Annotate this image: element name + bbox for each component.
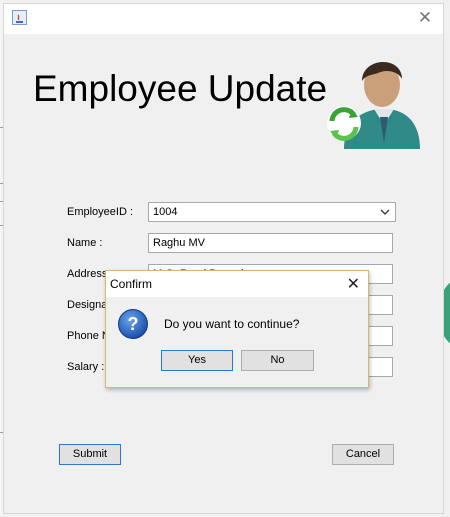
- svg-text:?: ?: [128, 314, 139, 334]
- employee-id-value: 1004: [153, 206, 178, 218]
- designation-label: Designa: [67, 299, 108, 311]
- dialog-close-button[interactable]: ✕: [347, 273, 360, 295]
- address-label: Address: [67, 268, 108, 280]
- employee-update-window: ✕ Employee Update EmployeeID : 1004 Name…: [3, 3, 444, 514]
- name-label: Name :: [67, 237, 103, 249]
- java-app-icon: [12, 10, 27, 25]
- submit-button[interactable]: Submit: [59, 444, 121, 465]
- no-button[interactable]: No: [241, 350, 314, 371]
- salary-label: Salary :: [67, 361, 105, 373]
- employee-id-select[interactable]: 1004: [148, 202, 396, 222]
- cancel-button[interactable]: Cancel: [332, 444, 394, 465]
- employee-id-label: EmployeeID :: [67, 206, 134, 218]
- dialog-message: Do you want to continue?: [164, 317, 300, 331]
- employee-refresh-icon: [322, 45, 422, 149]
- chevron-down-icon[interactable]: [378, 205, 392, 219]
- dialog-title-bar: Confirm ✕: [106, 271, 368, 297]
- title-bar: ✕: [4, 4, 443, 34]
- page-title: Employee Update: [33, 68, 328, 109]
- confirm-dialog: Confirm ✕ ? Do you want to continue? Yes…: [105, 270, 369, 388]
- yes-button[interactable]: Yes: [161, 350, 233, 371]
- dialog-title: Confirm: [110, 277, 153, 291]
- question-icon: ?: [118, 309, 148, 339]
- name-field[interactable]: Raghu MV: [148, 233, 393, 253]
- window-close-button[interactable]: ✕: [415, 7, 435, 29]
- phone-label: Phone N: [67, 330, 110, 342]
